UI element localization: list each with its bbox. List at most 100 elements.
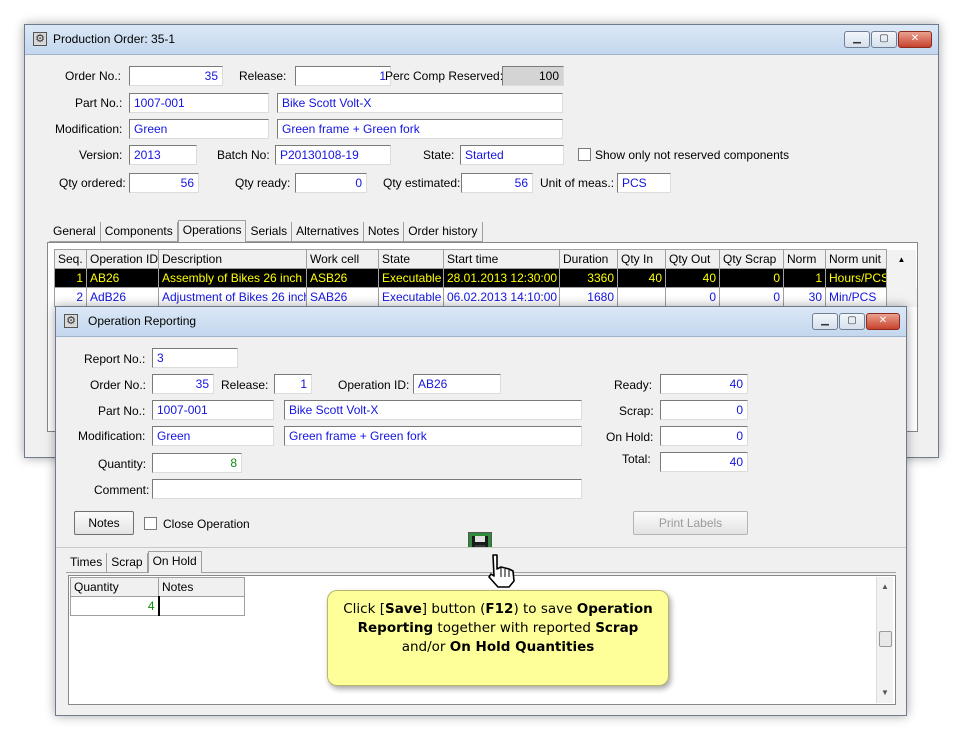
tab-operations[interactable]: Operations [177,220,247,242]
cell[interactable]: 30 [783,287,826,307]
table-row[interactable]: 1 AB26 Assembly of Bikes 26 inch ASB26 E… [54,268,917,288]
col-start-time[interactable]: Start time [443,249,560,269]
cell[interactable]: Min/PCS [825,287,887,307]
cell[interactable]: 0 [665,287,720,307]
col-operation-id[interactable]: Operation ID [86,249,159,269]
operation-id-field[interactable]: AB26 [413,374,501,394]
unit-field[interactable]: PCS [617,173,671,193]
close-icon[interactable]: ✕ [866,313,900,330]
tab-serials[interactable]: Serials [246,222,293,241]
cell[interactable]: Assembly of Bikes 26 inch [158,268,307,288]
cell[interactable] [157,596,245,616]
col-quantity[interactable]: Quantity [70,577,159,597]
scroll-down-icon[interactable]: ▼ [877,685,893,701]
cell[interactable]: Hours/PCS [825,268,887,288]
cell[interactable]: 4 [70,596,159,616]
cell[interactable]: Executable [378,268,444,288]
tab-scrap[interactable]: Scrap [107,553,148,572]
cell[interactable] [617,287,666,307]
tab-order-history[interactable]: Order history [404,222,483,241]
comment-field[interactable] [152,479,582,499]
tab-times[interactable]: Times [66,553,108,572]
qty-ready-field[interactable]: 0 [295,173,367,193]
on-hold-scrollbar[interactable]: ▲ ▼ [876,577,893,703]
table-row[interactable]: 4 [70,596,245,616]
total-field[interactable]: 40 [660,452,748,472]
tab-alternatives[interactable]: Alternatives [292,222,364,241]
or-order-no-field[interactable]: 35 [152,374,214,394]
col-qty-out[interactable]: Qty Out [665,249,720,269]
qty-ordered-field[interactable]: 56 [129,173,199,193]
or-part-desc-field[interactable]: Bike Scott Volt-X [284,400,582,420]
minimize-icon[interactable]: ▁ [812,313,838,330]
po-release-field[interactable]: 1 [295,66,391,86]
ready-field[interactable]: 40 [660,374,748,394]
cell[interactable]: 0 [719,268,784,288]
po-order-no-field[interactable]: 35 [129,66,223,86]
or-mod-desc-field[interactable]: Green frame + Green fork [284,426,582,446]
cell[interactable]: SAB26 [306,287,379,307]
scrollbar-track[interactable] [886,287,917,307]
po-version-field[interactable]: 2013 [129,145,197,165]
callout-text: On Hold Quantities [449,639,595,655]
cell[interactable]: 3360 [559,268,618,288]
col-duration[interactable]: Duration [559,249,618,269]
col-seq[interactable]: Seq. [54,249,87,269]
maximize-icon[interactable]: ▢ [839,313,865,330]
cell[interactable]: 2 [54,287,87,307]
tab-components[interactable]: Components [101,222,178,241]
col-norm[interactable]: Norm [783,249,826,269]
tab-on-hold[interactable]: On Hold [147,551,202,573]
col-work-cell[interactable]: Work cell [306,249,379,269]
tab-general[interactable]: General [49,222,101,241]
cell[interactable]: Adjustment of Bikes 26 inch [158,287,307,307]
table-row[interactable]: 2 AdB26 Adjustment of Bikes 26 inch SAB2… [54,287,917,307]
col-norm-unit[interactable]: Norm unit [825,249,887,269]
show-only-checkbox[interactable] [578,148,591,161]
print-labels-button[interactable]: Print Labels [633,511,748,535]
or-release-field[interactable]: 1 [274,374,312,394]
maximize-icon[interactable]: ▢ [871,31,897,48]
scrollbar-track[interactable] [886,268,917,288]
cell[interactable]: 1680 [559,287,618,307]
scroll-up-icon[interactable]: ▲ [877,579,893,595]
or-modification-field[interactable]: Green [152,426,274,446]
cell[interactable]: AB26 [86,268,159,288]
cell[interactable]: AdB26 [86,287,159,307]
col-state[interactable]: State [378,249,444,269]
col-qty-in[interactable]: Qty In [617,249,666,269]
scroll-up-icon[interactable]: ▲ [886,249,917,269]
scroll-thumb[interactable] [879,631,892,647]
scrap-field[interactable]: 0 [660,400,748,420]
notes-button[interactable]: Notes [74,511,134,535]
po-mod-desc-field[interactable]: Green frame + Green fork [277,119,563,139]
close-operation-checkbox[interactable] [144,517,157,530]
cell[interactable]: 1 [783,268,826,288]
on-hold-field[interactable]: 0 [660,426,748,446]
po-part-no-field[interactable]: 1007-001 [129,93,269,113]
quantity-field[interactable]: 8 [152,453,242,473]
po-titlebar[interactable]: ⚙ Production Order: 35-1 ▁ ▢ ✕ [25,25,938,55]
cell[interactable]: 1 [54,268,87,288]
report-no-field[interactable]: 3 [152,348,238,368]
or-part-no-field[interactable]: 1007-001 [152,400,274,420]
po-modification-field[interactable]: Green [129,119,269,139]
cell[interactable]: Executable [378,287,444,307]
col-description[interactable]: Description [158,249,307,269]
col-qty-scrap[interactable]: Qty Scrap [719,249,784,269]
minimize-icon[interactable]: ▁ [844,31,870,48]
cell[interactable]: 0 [719,287,784,307]
po-part-desc-field[interactable]: Bike Scott Volt-X [277,93,563,113]
close-icon[interactable]: ✕ [898,31,932,48]
cell[interactable]: ASB26 [306,268,379,288]
cell[interactable]: 06.02.2013 14:10:00 [443,287,560,307]
po-state-field[interactable]: Started [460,145,564,165]
qty-estimated-field[interactable]: 56 [461,173,533,193]
or-titlebar[interactable]: ⚙ Operation Reporting ▁ ▢ ✕ [56,307,906,337]
cell[interactable]: 40 [665,268,720,288]
batch-no-field[interactable]: P20130108-19 [275,145,391,165]
col-notes[interactable]: Notes [158,577,245,597]
tab-notes[interactable]: Notes [364,222,405,241]
cell[interactable]: 40 [617,268,666,288]
cell[interactable]: 28.01.2013 12:30:00 [443,268,560,288]
